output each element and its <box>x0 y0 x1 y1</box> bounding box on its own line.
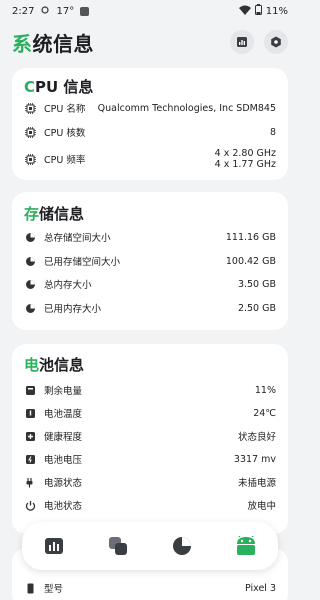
battery-level-row: 剩余电量 11% <box>24 381 276 399</box>
layers-icon <box>109 537 127 555</box>
battery-card: 电池信息 剩余电量 11% 电池温度 24℃ 健康程度 状态良好 电池电压 33… <box>12 344 288 534</box>
nav-device-info[interactable] <box>42 534 66 558</box>
cpu-card-title: CPU 信息 <box>24 78 94 96</box>
chart-button[interactable] <box>230 30 254 54</box>
used-storage-row: 已用存储空间大小 100.42 GB <box>24 252 276 270</box>
used-memory-row: 已用内存大小 2.50 GB <box>24 299 276 317</box>
settings-button[interactable] <box>264 30 288 54</box>
pie-chart-icon <box>24 278 36 290</box>
storage-card-title: 存储信息 <box>24 205 85 223</box>
pie-chart-icon <box>24 302 36 314</box>
cpu-cores-row: CPU 核数 8 <box>24 123 276 141</box>
nav-cpu-info[interactable] <box>106 534 130 558</box>
device-model-row: 型号 Pixel 3 <box>24 579 276 597</box>
status-battery: 11% <box>265 5 288 17</box>
weather-icon <box>40 5 50 18</box>
thermometer-icon <box>24 407 36 419</box>
status-time: 2:27 <box>12 5 35 17</box>
power-icon <box>24 499 36 511</box>
pie-chart-icon <box>173 537 191 555</box>
pie-chart-icon <box>24 231 36 243</box>
battery-level-icon <box>24 384 36 396</box>
storage-card: 存储信息 总存储空间大小 111.16 GB 已用存储空间大小 100.42 G… <box>12 192 288 330</box>
app-bar: 系统信息 <box>0 24 300 60</box>
page-title: 系统信息 <box>12 31 94 56</box>
total-storage-row: 总存储空间大小 111.16 GB <box>24 228 276 246</box>
notification-icon <box>80 6 90 16</box>
total-memory-row: 总内存大小 3.50 GB <box>24 275 276 293</box>
battery-health-row: 健康程度 状态良好 <box>24 427 276 445</box>
plug-icon <box>24 476 36 488</box>
cpu-card: CPU 信息 CPU 名称 Qualcomm Technologies, Inc… <box>12 68 288 180</box>
settings-icon <box>271 36 281 48</box>
cpu-name-row: CPU 名称 Qualcomm Technologies, Inc SDM845 <box>24 99 276 117</box>
pie-chart-icon <box>24 255 36 267</box>
device-dashboard-icon <box>45 538 63 554</box>
cpu-frequency-row: CPU 频率 4 x 2.80 GHz 4 x 1.77 GHz <box>24 146 276 172</box>
nav-storage-info[interactable] <box>170 534 194 558</box>
bottom-navigation <box>22 522 278 570</box>
nav-system-info[interactable] <box>234 534 258 558</box>
chip-icon <box>24 102 36 114</box>
chip-icon <box>24 153 36 165</box>
status-bar: 2:27 17° 11% <box>0 0 300 22</box>
chart-icon <box>237 37 247 47</box>
health-icon <box>24 430 36 442</box>
battery-icon <box>254 4 262 18</box>
android-icon <box>237 536 255 555</box>
voltage-icon <box>24 453 36 465</box>
phone-icon <box>24 582 36 594</box>
battery-status-row: 电池状态 放电中 <box>24 496 276 514</box>
wifi-icon <box>238 5 251 18</box>
battery-temperature-row: 电池温度 24℃ <box>24 404 276 422</box>
power-source-row: 电源状态 未插电源 <box>24 473 276 491</box>
battery-voltage-row: 电池电压 3317 mv <box>24 450 276 468</box>
chip-icon <box>24 126 36 138</box>
status-temp: 17° <box>56 5 75 17</box>
battery-card-title: 电池信息 <box>24 356 85 374</box>
